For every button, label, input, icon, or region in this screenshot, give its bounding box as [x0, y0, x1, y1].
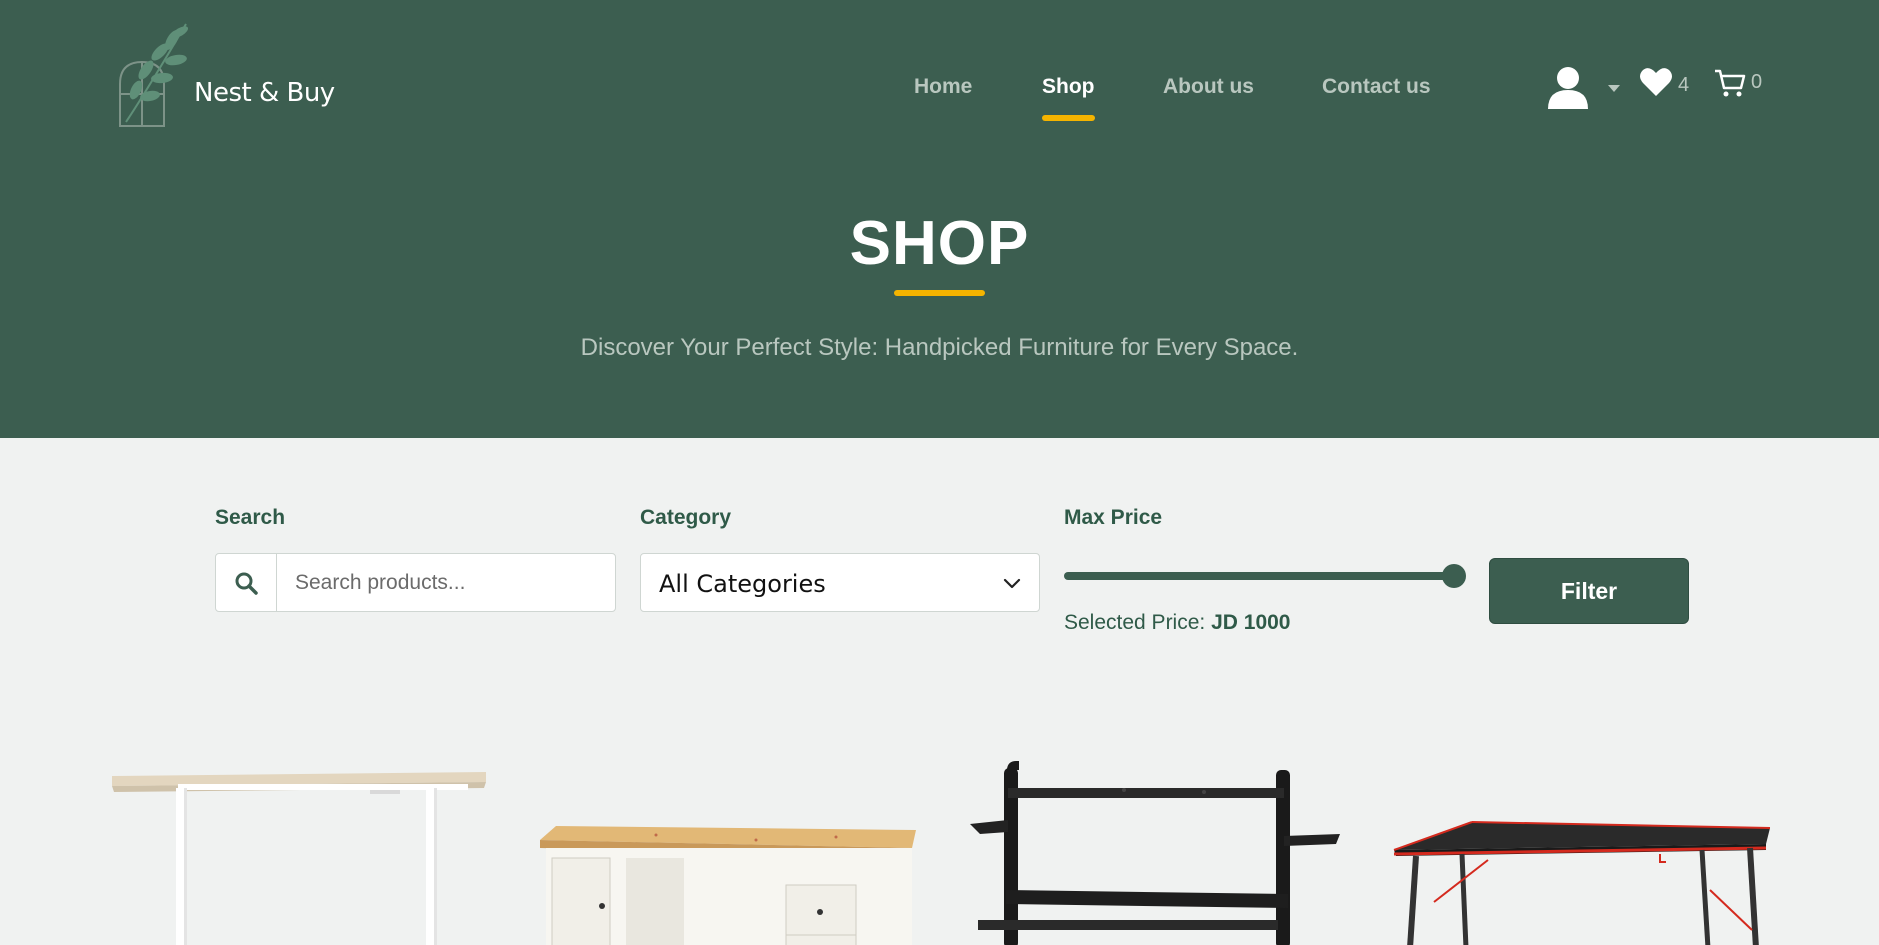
search-field — [215, 553, 616, 612]
selected-price: Selected Price: JD 1000 — [1064, 611, 1291, 635]
brand-name: Nest & Buy — [194, 78, 335, 108]
gaming-desk-black-image — [970, 760, 1340, 945]
nav-contact[interactable]: Contact us — [1322, 75, 1431, 99]
search-icon[interactable] — [216, 554, 277, 611]
cart-count: 0 — [1751, 71, 1763, 93]
max-price-label: Max Price — [1064, 506, 1163, 529]
selected-price-value: JD 1000 — [1211, 611, 1291, 634]
nav-shop[interactable]: Shop — [1042, 75, 1095, 121]
active-nav-indicator — [1042, 115, 1095, 121]
site-header: Nest & Buy Home Shop About us Contact us… — [0, 0, 1879, 438]
category-selected-value: All Categories — [659, 570, 826, 598]
leaf-window-icon — [119, 23, 189, 127]
product-card[interactable] — [964, 740, 1364, 945]
search-label: Search — [215, 506, 286, 529]
category-label: Category — [640, 506, 732, 529]
search-input[interactable] — [278, 554, 614, 611]
standing-desk-image — [112, 772, 486, 945]
gaming-desk-red-image — [1393, 821, 1771, 945]
category-select[interactable]: All Categories — [640, 553, 1040, 612]
chevron-down-icon — [1003, 574, 1021, 597]
wood-top-desk-image — [540, 826, 916, 945]
nav-home[interactable]: Home — [914, 75, 972, 99]
page-title: SHOP — [849, 209, 1030, 278]
max-price-slider[interactable] — [1064, 562, 1466, 590]
slider-handle[interactable] — [1442, 564, 1466, 588]
brand-logo[interactable]: Nest & Buy — [116, 22, 336, 130]
heart-icon[interactable] — [1640, 67, 1672, 102]
cart-icon[interactable] — [1714, 68, 1746, 103]
selected-price-prefix: Selected Price: — [1064, 611, 1206, 634]
user-icon[interactable] — [1547, 66, 1589, 115]
product-card[interactable] — [536, 740, 936, 945]
nav-about[interactable]: About us — [1163, 75, 1254, 99]
product-card[interactable] — [108, 740, 508, 945]
wishlist-count: 4 — [1678, 74, 1690, 96]
page-subtitle: Discover Your Perfect Style: Handpicked … — [580, 334, 1299, 361]
nav-shop-label: Shop — [1042, 75, 1095, 98]
caret-down-icon[interactable] — [1607, 80, 1621, 98]
filter-button[interactable]: Filter — [1489, 558, 1689, 624]
product-card[interactable] — [1392, 740, 1792, 945]
slider-track — [1064, 572, 1454, 580]
title-underline — [894, 290, 985, 296]
